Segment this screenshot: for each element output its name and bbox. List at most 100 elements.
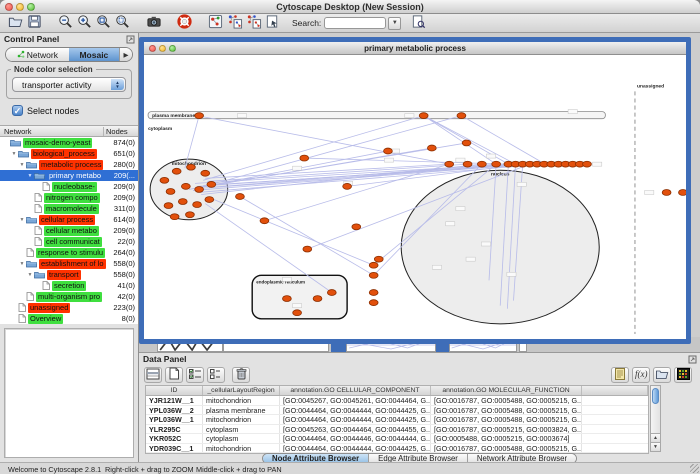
network-node[interactable] [187,164,196,170]
table-cell[interactable]: [GO:0016787, GO:0005215, GO:0003824, G..… [431,425,582,434]
network-node[interactable] [662,190,671,196]
zoom-fit-button[interactable] [94,15,113,32]
copy-layout-red-button[interactable] [244,15,263,32]
save-button[interactable] [25,15,44,32]
network-node[interactable] [260,218,269,224]
tree-row[interactable]: ▼establishment of lo558(0) [0,258,138,269]
tree-row[interactable]: cell communicat22(0) [0,236,138,247]
network-node[interactable] [164,203,173,209]
network-edge[interactable] [207,164,467,181]
network-node[interactable] [462,140,471,146]
copy-layout-blue-button[interactable] [225,15,244,32]
tree-row[interactable]: response to stimulu264(0) [0,247,138,258]
network-node[interactable] [201,170,210,176]
network-node[interactable] [195,186,204,192]
table-cell[interactable]: YPL036W__1 [146,415,203,424]
network-node[interactable] [583,161,592,167]
table-cell[interactable]: [GO:0045267, GO:0045261, GO:0044464, G..… [280,396,431,405]
network-node[interactable] [178,199,187,205]
close-button[interactable] [5,3,13,11]
network-canvas[interactable]: plasma membranecytoplasmmitochondrionnuc… [144,55,686,339]
open-attribute-file-button[interactable] [653,367,671,383]
tree-row[interactable]: secretion41(0) [0,280,138,291]
table-cell[interactable]: [GO:0044464, GO:0044444, GO:0044425, G..… [280,444,431,453]
attribute-table-button[interactable] [144,367,162,383]
network-edge[interactable] [424,116,516,165]
network-node[interactable] [352,224,361,230]
annotation-button[interactable] [263,15,282,32]
network-node[interactable] [166,189,175,195]
network-node[interactable] [343,183,352,189]
table-cell[interactable]: [GO:0016787, GO:0005488, GO:0005215, G..… [431,406,582,415]
tab-mosaic[interactable]: Mosaic [69,48,119,61]
network-node[interactable] [205,197,214,203]
network-node[interactable] [445,161,454,167]
network-node[interactable] [492,161,501,167]
tree-row[interactable]: nucleobase-209(0) [0,181,138,192]
table-cell[interactable]: [GO:0044464, GO:0044444, GO:0044425, G..… [280,415,431,424]
network-node[interactable] [327,290,336,296]
search-options-button[interactable] [409,15,428,32]
expand-arrow-icon[interactable]: ▼ [18,261,26,267]
open-button[interactable] [6,15,25,32]
function-builder-button[interactable]: f(x) [632,367,650,383]
network-node[interactable] [303,246,312,252]
column-header[interactable]: annotation.GO MOLECULAR_FUNCTION [431,386,582,395]
network-node[interactable] [369,262,378,268]
table-cell[interactable]: [GO:0016787, GO:0005488, GO:0005215, G..… [431,444,582,453]
network-column-header[interactable]: Network [0,127,103,136]
delete-attribute-button[interactable] [232,367,250,383]
table-cell[interactable]: YKR052C [146,434,203,443]
network-node[interactable] [369,272,378,278]
scroll-down-button[interactable]: ▼ [651,442,660,451]
tree-row[interactable]: multi-organism pro42(0) [0,291,138,302]
tab-network[interactable]: Network [6,48,69,61]
network-node[interactable] [207,181,216,187]
create-attribute-button[interactable] [165,367,183,383]
node-color-dropdown[interactable]: transporter activity ▲▼ [12,77,126,92]
table-cell[interactable]: [GO:0044464, GO:0044446, GO:0044444, G..… [280,434,431,443]
network-node[interactable] [457,113,466,119]
network-node[interactable] [170,214,179,220]
table-cell[interactable]: plasma membrane [203,406,280,415]
table-row[interactable]: YJR121W__1mitochondrion[GO:0045267, GO:0… [146,396,648,406]
table-cell[interactable]: mitochondrion [203,444,280,453]
table-cell[interactable]: mitochondrion [203,396,280,405]
table-cell[interactable]: [GO:0016787, GO:0005488, GO:0005215, G..… [431,415,582,424]
expand-arrow-icon[interactable]: ▼ [18,162,26,168]
tree-row[interactable]: ▼primary metabo209(... [0,170,138,181]
help-button[interactable] [175,15,194,32]
scroll-up-button[interactable]: ▲ [651,433,660,442]
network-node[interactable] [477,161,486,167]
expand-arrow-icon[interactable]: ▼ [26,173,34,179]
table-cell[interactable]: [GO:0005488, GO:0005215, GO:0003674] [431,434,582,443]
select-nodes-checkbox[interactable]: ✓ [12,105,23,116]
float-panel-icon[interactable] [126,35,135,47]
region-plasma-membrane[interactable] [148,112,605,119]
table-row[interactable]: YPL036W__1mitochondrion[GO:0044464, GO:0… [146,415,648,425]
snapshot-button[interactable] [144,15,163,32]
table-cell[interactable]: YPL036W__2 [146,406,203,415]
network-edge[interactable] [197,116,449,165]
resize-grip-icon[interactable] [690,464,699,473]
zoom-button[interactable] [27,3,35,11]
table-scrollbar[interactable]: ▲ ▼ [650,385,661,452]
table-cell[interactable]: cytoplasm [203,434,280,443]
network-node[interactable] [679,190,686,196]
tree-row[interactable]: macromolecule311(0) [0,203,138,214]
frame-close-button[interactable] [149,45,156,52]
expand-arrow-icon[interactable]: ▼ [10,151,18,157]
network-node[interactable] [283,296,292,302]
network-node[interactable] [195,113,204,119]
network-graph[interactable]: plasma membranecytoplasmmitochondrionnuc… [144,55,686,339]
table-row[interactable]: YKR052Ccytoplasm[GO:0044464, GO:0044446,… [146,434,648,444]
network-node[interactable] [181,183,190,189]
table-cell[interactable]: cytoplasm [203,425,280,434]
matrix-view-button[interactable] [674,367,692,383]
network-node[interactable] [463,161,472,167]
table-row[interactable]: YDR039C__1mitochondrion[GO:0044464, GO:0… [146,444,648,454]
tree-row[interactable]: Overview8(0) [0,313,138,324]
network-node[interactable] [160,177,169,183]
scrollbar-thumb[interactable] [652,388,659,404]
table-cell[interactable]: [GO:0044464, GO:0044444, GO:0044425, G..… [280,406,431,415]
